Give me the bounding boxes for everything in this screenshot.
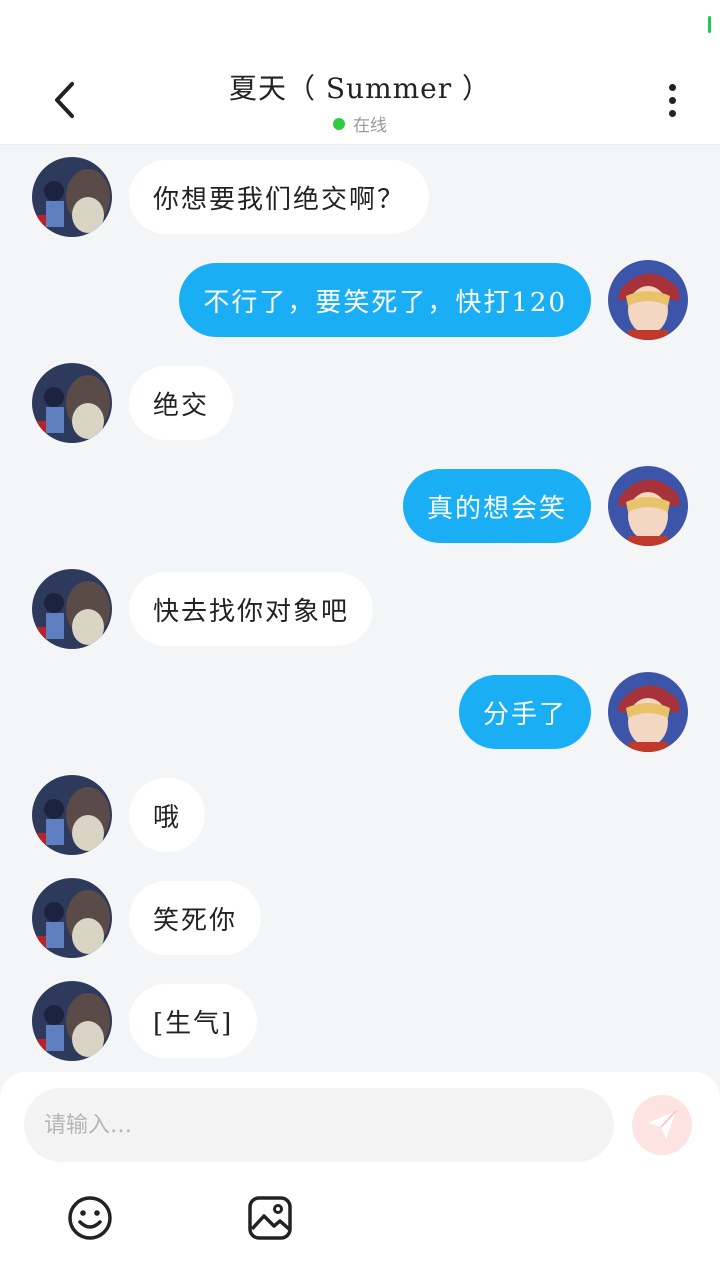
status-indicator: [708, 16, 711, 33]
chat-header: 夏天（ Summer ） 在线: [0, 55, 720, 145]
contact-avatar[interactable]: [32, 569, 112, 649]
message-input[interactable]: [24, 1088, 614, 1162]
message-bubble[interactable]: 笑死你: [129, 881, 262, 955]
back-button[interactable]: [40, 75, 90, 125]
chevron-left-icon: [55, 82, 74, 118]
message-bubble[interactable]: 哦: [129, 778, 206, 852]
message-bubble[interactable]: [生气]: [129, 984, 258, 1058]
paper-plane-icon: [648, 1110, 677, 1139]
message-bubble[interactable]: 分手了: [458, 675, 591, 749]
contact-avatar[interactable]: [32, 981, 112, 1061]
contact-avatar[interactable]: [32, 775, 112, 855]
send-button[interactable]: [632, 1095, 692, 1155]
message-row: [生气]: [32, 981, 258, 1061]
emoji-button[interactable]: [66, 1194, 114, 1242]
image-icon: [248, 1196, 292, 1240]
message-row: 你想要我们绝交啊？: [32, 157, 430, 237]
more-options-button[interactable]: [650, 77, 694, 123]
message-row: 绝交: [32, 363, 234, 443]
status-bar: [0, 0, 720, 55]
message-bubble[interactable]: 不行了，要笑死了，快打120: [179, 263, 591, 337]
online-dot: [333, 117, 345, 130]
composer-panel: [0, 1072, 720, 1280]
contact-avatar[interactable]: [32, 878, 112, 958]
image-button[interactable]: [246, 1194, 294, 1242]
message-bubble[interactable]: 绝交: [129, 366, 234, 440]
message-row: 不行了，要笑死了，快打120: [179, 260, 688, 340]
message-row: 快去找你对象吧: [32, 569, 374, 649]
user-avatar[interactable]: [608, 672, 688, 752]
message-row: 真的想会笑: [402, 466, 688, 546]
message-bubble[interactable]: 快去找你对象吧: [129, 572, 374, 646]
presence-text: 在线: [353, 116, 387, 136]
chat-title: 夏天（ Summer ）: [228, 72, 492, 105]
message-row: 哦: [32, 775, 206, 855]
title-block: 夏天（ Summer ） 在线: [160, 67, 560, 136]
user-avatar[interactable]: [608, 466, 688, 546]
presence-status: 在线: [160, 111, 560, 136]
message-bubble[interactable]: 你想要我们绝交啊？: [129, 160, 430, 234]
smile-icon: [68, 1196, 112, 1240]
contact-avatar[interactable]: [32, 157, 112, 237]
user-avatar[interactable]: [608, 260, 688, 340]
message-list[interactable]: 你想要我们绝交啊？ 不行了，要笑死了，快打120 绝交 真的想会笑 快去找你对象…: [0, 146, 720, 1070]
more-vertical-icon: [668, 83, 676, 91]
message-bubble[interactable]: 真的想会笑: [402, 469, 591, 543]
contact-avatar[interactable]: [32, 363, 112, 443]
message-row: 分手了: [458, 672, 688, 752]
message-row: 笑死你: [32, 878, 262, 958]
